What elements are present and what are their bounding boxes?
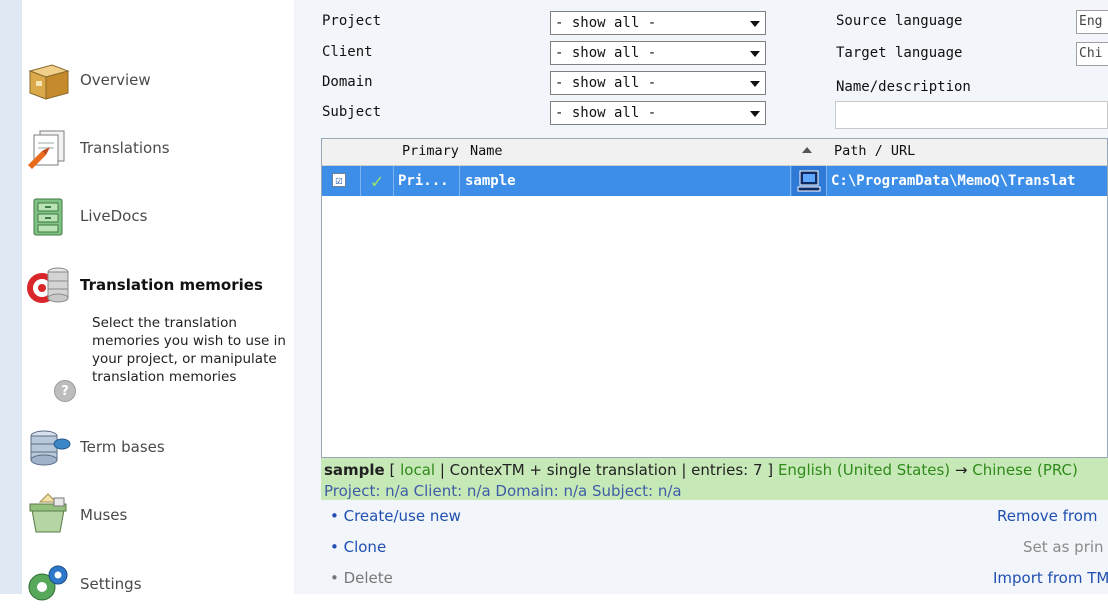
- remove-from-project-link[interactable]: Remove from: [997, 507, 1098, 525]
- local-computer-icon: [792, 166, 827, 196]
- sidebar-item-settings[interactable]: Settings: [22, 560, 294, 608]
- help-icon[interactable]: ?: [54, 380, 76, 402]
- client-filter-dropdown[interactable]: - show all -: [550, 41, 766, 65]
- sidebar-item-label: Translation memories: [80, 276, 263, 294]
- tm-summary: sample [ local | ContexTM + single trans…: [324, 461, 1078, 479]
- sidebar-item-translation-memories[interactable]: Translation memories: [22, 261, 294, 309]
- clone-link[interactable]: • Clone: [330, 538, 386, 556]
- sidebar-item-label: Term bases: [80, 438, 165, 456]
- translation-memories-description: Select the translation memories you wish…: [92, 315, 286, 385]
- domain-filter-label: Domain: [322, 74, 373, 90]
- project-filter-label: Project: [322, 13, 382, 29]
- create-use-new-link[interactable]: • Create/use new: [330, 507, 461, 525]
- client-filter-label: Client: [322, 44, 373, 60]
- column-header-primary[interactable]: Primary: [402, 143, 459, 159]
- tm-list-grid: Primary Name Path / URL ☑ ✓ Pri... sampl…: [321, 138, 1108, 458]
- sidebar-item-label: LiveDocs: [80, 207, 148, 225]
- gears-icon: [22, 560, 74, 608]
- sidebar-item-overview[interactable]: Overview: [22, 56, 294, 104]
- source-language-dropdown[interactable]: Eng: [1076, 10, 1108, 34]
- name-cell: sample: [461, 166, 791, 196]
- target-language-label: Target language: [836, 45, 963, 61]
- chevron-down-icon: [750, 111, 760, 117]
- path-cell: C:\ProgramData\MemoQ\Translat: [831, 173, 1076, 189]
- tm-name: sample: [324, 461, 385, 479]
- chevron-down-icon: [750, 51, 760, 57]
- sidebar-item-label: Translations: [80, 139, 170, 157]
- subject-filter-label: Subject: [322, 104, 382, 120]
- dropdown-value: - show all -: [555, 45, 657, 61]
- tm-meta: Project: n/a Client: n/a Domain: n/a Sub…: [324, 482, 682, 500]
- primary-cell: Pri...: [394, 166, 460, 196]
- column-header-name[interactable]: Name: [470, 143, 503, 159]
- sidebar-item-livedocs[interactable]: LiveDocs: [22, 192, 294, 240]
- tm-database-icon: [22, 261, 74, 309]
- source-language-label: Source language: [836, 13, 963, 29]
- sidebar-item-translations[interactable]: Translations: [22, 124, 294, 172]
- sidebar-item-muses[interactable]: Muses: [22, 491, 294, 539]
- dropdown-value: - show all -: [555, 15, 657, 31]
- name-description-input[interactable]: [835, 101, 1108, 129]
- project-filter-dropdown[interactable]: - show all -: [550, 11, 766, 35]
- tm-target-language: Chinese (PRC): [972, 461, 1078, 479]
- documents-icon: [22, 124, 74, 172]
- tm-source-language: English (United States): [777, 461, 951, 479]
- grid-header: Primary Name Path / URL: [322, 139, 1107, 166]
- subject-filter-dropdown[interactable]: - show all -: [550, 101, 766, 125]
- sort-ascending-icon[interactable]: [802, 147, 812, 153]
- sidebar-item-label: Settings: [80, 575, 142, 593]
- delete-link[interactable]: • Delete: [330, 569, 393, 587]
- muse-icon: [22, 491, 74, 539]
- checkbox-cell[interactable]: ☑: [322, 166, 361, 196]
- sidebar-item-label: Muses: [80, 506, 128, 524]
- column-header-path[interactable]: Path / URL: [834, 143, 915, 159]
- arrow-icon: →: [950, 461, 973, 479]
- main-panel: Project Client Domain Subject - show all…: [294, 0, 1108, 594]
- chevron-down-icon: [750, 21, 760, 27]
- cabinet-icon: [22, 192, 74, 240]
- row-checkbox[interactable]: ☑: [332, 173, 346, 187]
- dropdown-value: - show all -: [555, 105, 657, 121]
- dropdown-value: - show all -: [555, 75, 657, 91]
- sidebar-item-term-bases[interactable]: Term bases: [22, 423, 294, 471]
- termbase-icon: [22, 423, 74, 471]
- chevron-down-icon: [750, 81, 760, 87]
- checkmark-icon: ✓: [361, 166, 394, 196]
- domain-filter-dropdown[interactable]: - show all -: [550, 71, 766, 95]
- tm-details: | ContexTM + single translation | entrie…: [435, 461, 778, 479]
- table-row[interactable]: ☑ ✓ Pri... sample C:\ProgramData\MemoQ\T…: [322, 166, 1107, 196]
- sidebar: Overview Translations LiveDocs Translati…: [22, 0, 294, 601]
- set-as-primary-link[interactable]: Set as prin: [1023, 538, 1104, 556]
- name-description-label: Name/description: [836, 79, 971, 95]
- import-from-tm-link[interactable]: Import from TM: [993, 569, 1108, 587]
- sidebar-item-label: Overview: [80, 71, 151, 89]
- target-language-dropdown[interactable]: Chi: [1076, 42, 1108, 66]
- tm-location: local: [400, 461, 436, 479]
- left-edge-strip: [0, 0, 23, 594]
- selected-tm-info-bar: sample [ local | ContexTM + single trans…: [321, 458, 1108, 500]
- box-icon: [22, 56, 74, 104]
